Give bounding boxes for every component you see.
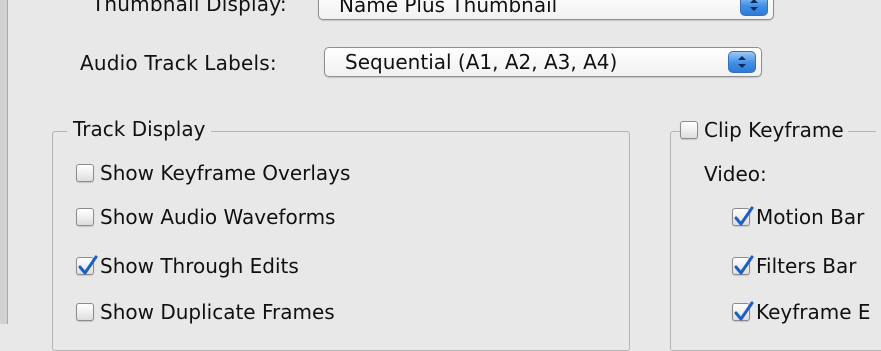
motion-bar-checkbox[interactable]: Motion Bar [732,205,864,229]
checkbox-icon [76,255,98,275]
checkmark-icon [78,255,98,275]
checkbox-label: Filters Bar [756,254,857,278]
checkbox-label: Show Duplicate Frames [100,300,335,324]
checkbox-icon [76,303,94,321]
window-right-edge [876,0,881,324]
video-label: Video: [704,162,767,186]
audio-track-labels-popup[interactable]: Sequential (A1, A2, A3, A4) [324,47,762,77]
clip-keyframes-checkbox[interactable]: Clip Keyframe [680,118,848,142]
checkbox-label: Show Through Edits [100,254,299,278]
chevron-updown-icon [740,0,768,16]
window-left-edge [0,0,8,324]
checkmark-icon [734,301,754,321]
checkbox-icon [76,208,94,226]
checkbox-icon [732,206,754,226]
checkbox-label: Motion Bar [756,205,865,229]
thumbnail-display-label: Thumbnail Display: [92,0,287,16]
checkbox-label: Keyframe E [756,300,871,324]
checkmark-icon [734,255,754,275]
thumbnail-display-popup[interactable]: Name Plus Thumbnail [318,0,774,20]
checkbox-label: Clip Keyframe [704,118,844,142]
filters-bar-checkbox[interactable]: Filters Bar [732,254,857,278]
checkbox-label: Show Audio Waveforms [100,205,336,229]
checkbox-icon [680,121,698,139]
chevron-updown-icon [728,51,756,73]
keyframe-editor-checkbox[interactable]: Keyframe E [732,300,871,324]
show-through-edits-checkbox[interactable]: Show Through Edits [76,254,299,278]
checkmark-icon [734,206,754,226]
thumbnail-display-value: Name Plus Thumbnail [339,0,558,17]
audio-track-labels-label: Audio Track Labels: [80,51,277,75]
audio-track-labels-value: Sequential (A1, A2, A3, A4) [345,50,618,74]
track-display-title: Track Display [67,117,212,141]
show-keyframe-overlays-checkbox[interactable]: Show Keyframe Overlays [76,161,350,185]
show-audio-waveforms-checkbox[interactable]: Show Audio Waveforms [76,205,335,229]
show-duplicate-frames-checkbox[interactable]: Show Duplicate Frames [76,300,335,324]
checkbox-icon [732,255,754,275]
checkbox-label: Show Keyframe Overlays [100,161,351,185]
checkbox-icon [732,301,754,321]
checkbox-icon [76,164,94,182]
